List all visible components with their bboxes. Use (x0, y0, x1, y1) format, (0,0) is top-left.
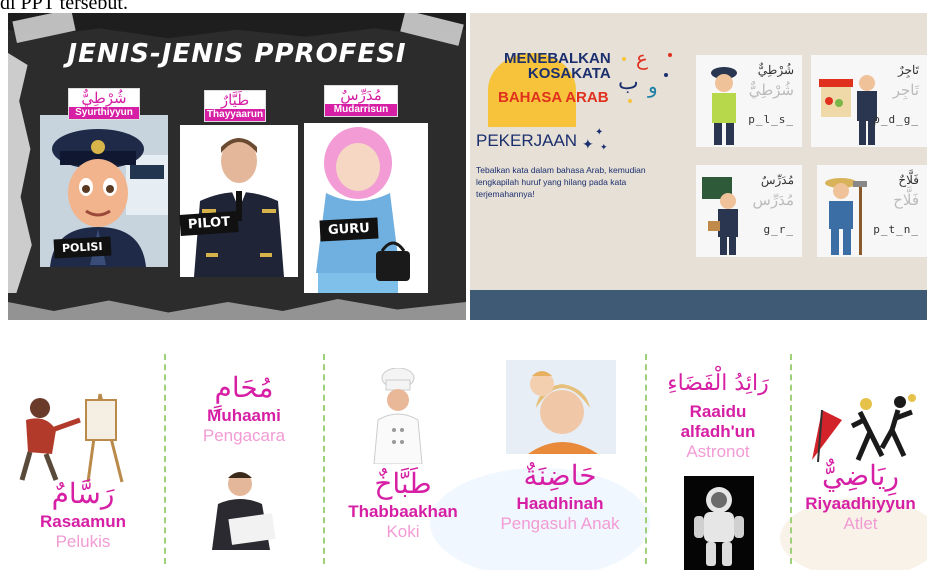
divider (164, 354, 166, 564)
police-figure-icon (711, 67, 737, 145)
arabic-letters-decoration: ع ب و (618, 46, 672, 103)
vocab-card-pedagang: تَاجِرٌ تَاجِر p_d_g_ (811, 55, 927, 147)
teacher-illustration (304, 123, 428, 293)
slide-title-block: MENEBALKAN KOSAKATA (504, 51, 611, 81)
profession-card-polisi: POLISI (40, 115, 168, 267)
profession-card-pilot: PILOT (179, 125, 298, 277)
latin-word: Syurthiyyun (69, 107, 139, 119)
arabic-word: رِيَاضِيٌّ (822, 459, 899, 492)
latin-word: Thabbaakhan (348, 502, 458, 521)
indonesian-word: Pengasuh Anak (500, 514, 620, 533)
card-label: PILOT (179, 210, 239, 237)
arabic-word: طَبَّاخٌ (374, 467, 432, 500)
divider (323, 354, 325, 564)
slide-title: JENIS-JENIS PPROFESI (67, 39, 407, 69)
fill-in-hint: p_t_n_ (873, 223, 919, 236)
fill-in-hint: p_d_g_ (873, 113, 919, 126)
vocab-card-guru: مُدَرِّسٌ مُدَرِّس g_r_ (696, 165, 802, 257)
arabic-word: حَاضِنَةٌ (523, 459, 597, 492)
arabic-word: رَسَّامٌ (51, 477, 115, 510)
instruction-text: Tebalkan kata dalam bahasa Arab, kemudia… (476, 165, 646, 199)
arabic-word: طَيَّارٌ (220, 91, 250, 109)
fill-in-hint: p_l_s_ (748, 113, 794, 126)
latin-word: Mudarrisun (325, 104, 397, 116)
indonesian-word: Pelukis (55, 532, 111, 551)
fill-in-hint: g_r_ (763, 223, 794, 236)
strip-item-koki: طَبَّاخٌ Thabbaakhan Koki (328, 466, 478, 542)
teacher-figure-icon (702, 177, 738, 255)
arabic-word: شُرْطِيٌّ (757, 63, 794, 77)
slide-footer-bar (470, 290, 927, 320)
pilot-illustration (180, 125, 298, 277)
latin-word: alfadh'un (680, 422, 756, 441)
arabic-word: شُرْطِيٌّ (81, 89, 127, 107)
divider (645, 354, 647, 564)
card-tag-polisi: شُرْطِيٌّ Syurthiyyun (68, 88, 140, 120)
card-tag-guru: مُدَرِّسٌ Mudarrisun (324, 85, 398, 117)
arabic-word: مُدَرِّسٌ (340, 86, 382, 104)
divider (790, 354, 792, 564)
title-accent-line: BAHASA ARAB (498, 89, 609, 106)
strip-item-pelukis: رَسَّامٌ Rasaamun Pelukis (8, 476, 158, 552)
trace-word: تَاجِر (892, 81, 919, 99)
indonesian-word: Atlet (843, 514, 878, 533)
card-label: GURU (319, 217, 379, 242)
profession-strip: رَسَّامٌ Rasaamun Pelukis مُحَامٍ Muhaam… (0, 348, 927, 570)
card-label: POLISI (53, 236, 111, 259)
latin-word: Raaidu (689, 402, 747, 421)
arabic-word: تَاجِرٌ (897, 63, 919, 77)
title-line: MENEBALKAN (504, 50, 611, 67)
slide-subtitle: PEKERJAAN (476, 131, 578, 150)
indonesian-word: Pengacara (202, 426, 286, 445)
athlete-illustration (812, 394, 916, 463)
arabic-word: فَلَّاحٌ (898, 173, 919, 187)
trace-word: مُدَرِّس (752, 191, 794, 209)
arabic-word: مُحَامٍ (214, 371, 274, 404)
card-tag-pilot: طَيَّارٌ Thayyaarun (204, 90, 266, 122)
indonesian-word: Koki (386, 522, 420, 541)
slide-jenis-profesi: JENIS-JENIS PPROFESI POLISI شُرْطِيٌّ Sy… (8, 13, 466, 320)
strip-item-pengasuh-anak: حَاضِنَةٌ Haadhinah Pengasuh Anak (482, 458, 638, 534)
arabic-word: مُدَرِّسٌ (760, 173, 794, 187)
svg-text:ب: ب (618, 70, 639, 95)
svg-text:و: و (647, 74, 658, 98)
latin-word: Haadhinah (516, 494, 604, 513)
trace-word: شُرْطِيٌّ (748, 81, 794, 99)
arabic-word: رَائِدُ الْفَضَاءِ (667, 371, 769, 396)
strip-item-astronot: رَائِدُ الْفَضَاءِ Raaidu alfadh'un Astr… (650, 366, 786, 462)
indonesian-word: Astronot (686, 442, 750, 461)
astronaut-illustration (684, 476, 754, 570)
trace-word: فَلَّاح (893, 191, 919, 209)
farmer-figure-icon (825, 178, 867, 255)
chef-illustration (373, 368, 423, 464)
latin-word: Muhaami (207, 406, 281, 425)
latin-word: Thayyaarun (205, 109, 265, 121)
profession-card-guru: GURU (304, 123, 428, 293)
strip-item-atlet: رِيَاضِيٌّ Riyaadhiyyun Atlet (794, 458, 927, 534)
slide-kosakata-pekerjaan: MENEBALKAN KOSAKATA BAHASA ARAB ع ب و PE… (470, 13, 927, 320)
merchant-figure-icon (819, 75, 877, 145)
vocab-card-polisi: شُرْطِيٌّ شُرْطِيٌّ p_l_s_ (696, 55, 802, 147)
painter-illustration (19, 393, 124, 483)
latin-word: Riyaadhiyyun (805, 494, 916, 513)
latin-word: Rasaamun (40, 512, 126, 531)
sparkle-icon: ✦ (582, 137, 594, 153)
sparkle-icon: ✦ (600, 143, 608, 153)
babysitter-illustration (506, 360, 616, 454)
svg-text:ع: ع (636, 46, 648, 70)
sparkle-icon: ✦ (595, 127, 604, 138)
lawyer-illustration (212, 472, 276, 550)
title-line: KOSAKATA (527, 65, 611, 82)
vocab-card-petani: فَلَّاحٌ فَلَّاح p_t_n_ (817, 165, 927, 257)
strip-item-pengacara: مُحَامٍ Muhaami Pengacara (170, 370, 318, 446)
